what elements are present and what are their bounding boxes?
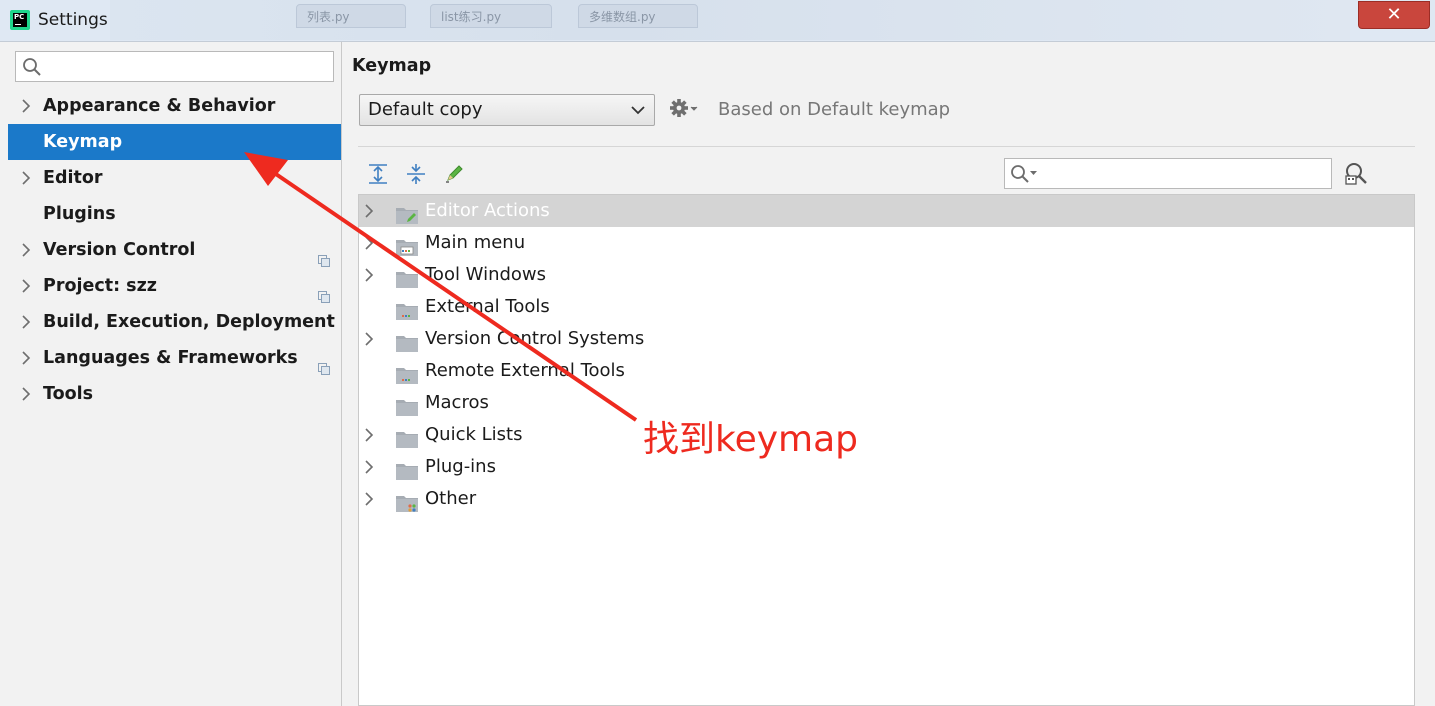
tree-item-label: Macros xyxy=(425,392,489,413)
tree-item-plug-ins[interactable]: Plug-ins xyxy=(359,451,1414,483)
sidebar-item-plugins[interactable]: Plugins xyxy=(8,196,341,232)
sidebar-item-label: Keymap xyxy=(43,132,123,152)
tree-item-tool-windows[interactable]: Tool Windows xyxy=(359,259,1414,291)
window-title: Settings xyxy=(38,10,108,30)
close-button[interactable]: ✕ xyxy=(1358,1,1430,29)
keymap-select-value: Default copy xyxy=(368,99,483,120)
tree-item-label: Editor Actions xyxy=(425,200,550,221)
tree-item-label: External Tools xyxy=(425,296,550,317)
sidebar-item-tools[interactable]: Tools xyxy=(8,376,341,412)
tree-item-label: Tool Windows xyxy=(425,264,547,285)
tree-item-main-menu[interactable]: Main menu xyxy=(359,227,1414,259)
chevron-down-icon xyxy=(631,106,645,115)
folder-icon xyxy=(396,459,418,480)
keymap-select[interactable]: Default copy xyxy=(359,94,655,126)
folder-icon xyxy=(396,427,418,448)
folder-tools-icon xyxy=(396,363,418,384)
sidebar-item-label: Version Control xyxy=(43,240,196,260)
settings-nav: Appearance & Behavior Keymap Editor Plugins… xyxy=(8,88,341,412)
tree-item-remote-external-tools[interactable]: Remote External Tools xyxy=(359,355,1414,387)
title-bar: 列表.py list练习.py 多维数组.py PC Settings ✕ xyxy=(0,0,1435,42)
sidebar-item-label: Languages & Frameworks xyxy=(43,348,298,368)
tree-item-version-control-systems[interactable]: Version Control Systems xyxy=(359,323,1414,355)
divider xyxy=(358,146,1415,147)
tree-item-label: Other xyxy=(425,488,477,509)
settings-sidebar: Appearance & Behavior Keymap Editor Plugins… xyxy=(0,42,342,706)
project-scope-icon xyxy=(318,280,330,303)
folder-menu-icon xyxy=(396,235,418,256)
sidebar-item-build-execution-deployment[interactable]: Build, Execution, Deployment xyxy=(8,304,341,340)
background-tab: 多维数组.py xyxy=(578,4,698,28)
chevron-right-icon[interactable] xyxy=(20,376,36,426)
sidebar-item-languages-frameworks[interactable]: Languages & Frameworks xyxy=(8,340,341,376)
sidebar-item-editor[interactable]: Editor xyxy=(8,160,341,196)
sidebar-item-label: Build, Execution, Deployment xyxy=(43,312,335,332)
edit-shortcut-icon[interactable] xyxy=(442,162,466,186)
project-scope-icon xyxy=(318,352,330,375)
tree-item-macros[interactable]: Macros xyxy=(359,387,1414,419)
folder-tools-icon xyxy=(396,299,418,320)
sidebar-item-version-control[interactable]: Version Control xyxy=(8,232,341,268)
project-scope-icon xyxy=(318,244,330,267)
sidebar-item-appearance-behavior[interactable]: Appearance & Behavior xyxy=(8,88,341,124)
folder-icon xyxy=(396,267,418,288)
page-title: Keymap xyxy=(352,56,432,76)
expand-all-icon[interactable] xyxy=(366,162,390,186)
tree-item-quick-lists[interactable]: Quick Lists xyxy=(359,419,1414,451)
find-by-shortcut-icon[interactable] xyxy=(1343,161,1369,187)
sidebar-item-label: Project: szz xyxy=(43,276,157,296)
folder-icon xyxy=(396,331,418,352)
tree-item-editor-actions[interactable]: Editor Actions xyxy=(359,195,1414,227)
settings-search-input[interactable] xyxy=(15,51,334,82)
tree-item-external-tools[interactable]: External Tools xyxy=(359,291,1414,323)
tree-item-label: Version Control Systems xyxy=(425,328,645,349)
filter-actions-input[interactable] xyxy=(1004,158,1332,189)
folder-other-icon xyxy=(396,491,418,512)
annotation-text: 找到keymap xyxy=(643,419,858,460)
tree-item-label: Plug-ins xyxy=(425,456,496,477)
gear-icon[interactable] xyxy=(669,98,701,120)
sidebar-item-label: Editor xyxy=(43,168,103,188)
sidebar-item-label: Tools xyxy=(43,384,94,404)
chevron-right-icon[interactable] xyxy=(363,483,379,527)
tree-item-label: Main menu xyxy=(425,232,526,253)
sidebar-item-label: Appearance & Behavior xyxy=(43,96,276,116)
tree-item-label: Quick Lists xyxy=(425,424,523,445)
background-tab: list练习.py xyxy=(430,4,552,28)
collapse-all-icon[interactable] xyxy=(404,162,428,186)
folder-edit-icon xyxy=(396,203,418,224)
tree-item-label: Remote External Tools xyxy=(425,360,625,381)
keymap-panel: Keymap Default copy Based on Default key… xyxy=(343,42,1435,706)
search-icon xyxy=(23,58,41,76)
tree-item-other[interactable]: Other xyxy=(359,483,1414,515)
folder-icon xyxy=(396,395,418,416)
background-tab: 列表.py xyxy=(296,4,406,28)
keymap-actions-tree: Editor Actions Main menu Tool Windows Exter… xyxy=(358,194,1415,706)
sidebar-item-project-szz[interactable]: Project: szz xyxy=(8,268,341,304)
sidebar-item-keymap[interactable]: Keymap xyxy=(8,124,341,160)
close-icon: ✕ xyxy=(1386,4,1402,25)
sidebar-item-label: Plugins xyxy=(43,204,116,224)
pycharm-logo-icon: PC xyxy=(10,10,30,30)
based-on-label: Based on Default keymap xyxy=(718,99,951,120)
search-options-icon[interactable] xyxy=(1010,164,1042,184)
